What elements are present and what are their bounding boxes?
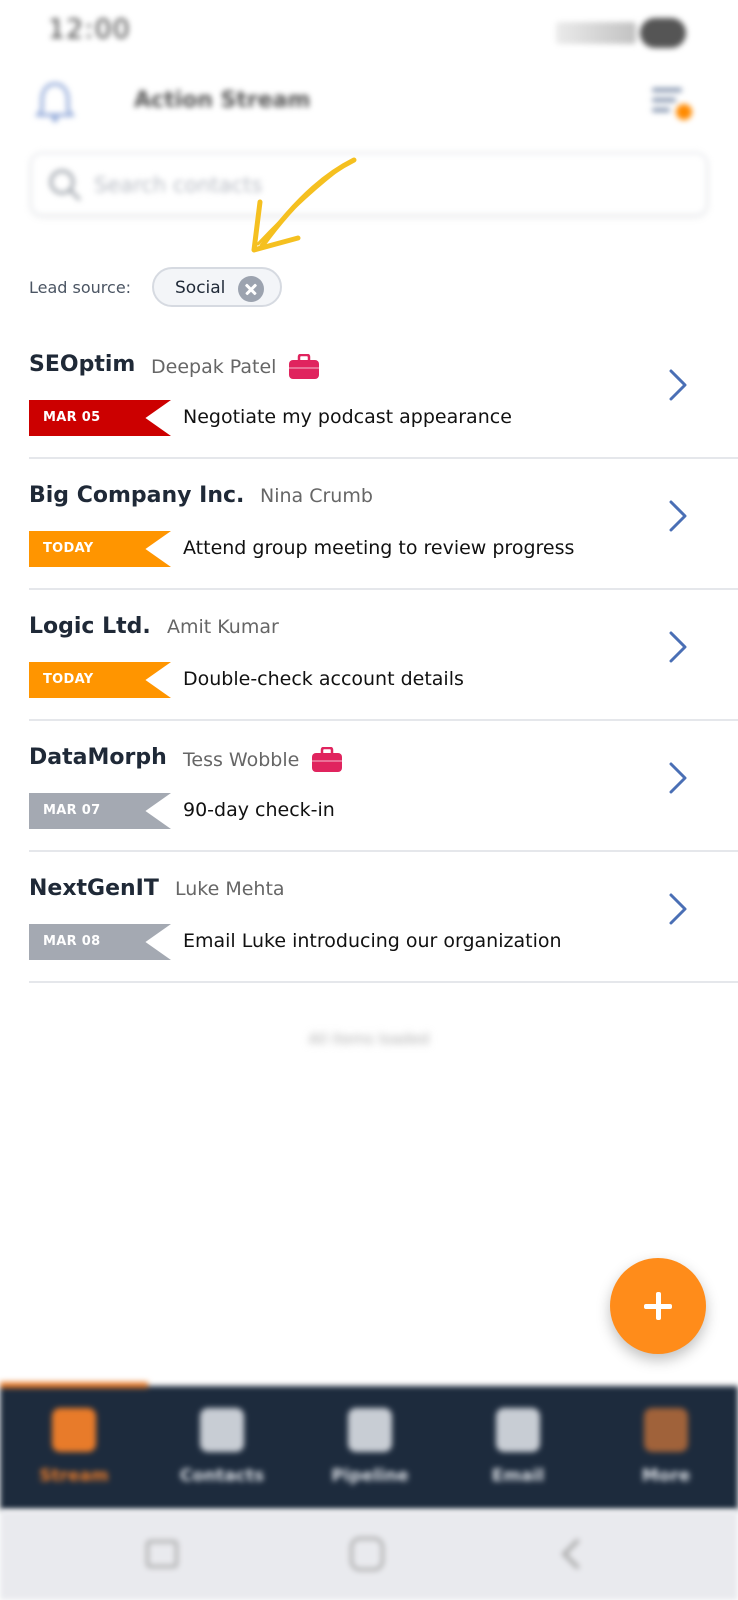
task-title: 90-day check-in bbox=[183, 799, 335, 821]
due-date-tag: TODAY bbox=[29, 662, 171, 698]
company-name: Big Company Inc. bbox=[29, 483, 245, 508]
nav-tab-label: Stream bbox=[39, 1466, 109, 1486]
contact-wrap: Nina Crumb bbox=[260, 485, 373, 507]
email-icon bbox=[496, 1408, 540, 1452]
task-title: Attend group meeting to review progress bbox=[183, 537, 575, 559]
lead-source-label: Lead source: bbox=[29, 278, 132, 297]
annotation-arrow-icon bbox=[251, 157, 357, 253]
status-icons bbox=[556, 18, 686, 48]
task-title: Double-check account details bbox=[183, 668, 464, 690]
stream-icon bbox=[52, 1408, 96, 1452]
list-item[interactable]: SEOptim Deepak Patel MAR 05 Negotiate my… bbox=[0, 328, 738, 459]
briefcase-icon bbox=[311, 746, 343, 773]
nav-tab-stream[interactable]: Stream bbox=[0, 1386, 148, 1510]
due-date-label: TODAY bbox=[43, 672, 94, 687]
company-name: SEOptim bbox=[29, 352, 136, 377]
chevron-right-icon[interactable] bbox=[668, 368, 688, 402]
list-item[interactable]: NextGenIT Luke Mehta MAR 08 Email Luke i… bbox=[0, 852, 738, 983]
app-header: Action Stream bbox=[0, 70, 738, 136]
company-name: NextGenIT bbox=[29, 876, 159, 901]
company-name: Logic Ltd. bbox=[29, 614, 151, 639]
action-list: SEOptim Deepak Patel MAR 05 Negotiate my… bbox=[0, 328, 738, 983]
list-item[interactable]: DataMorph Tess Wobble MAR 07 90-day chec… bbox=[0, 721, 738, 852]
list-footer-note: All items loaded bbox=[308, 1030, 430, 1048]
contact-name: Luke Mehta bbox=[175, 878, 285, 900]
nav-tab-more[interactable]: More bbox=[592, 1386, 738, 1510]
nav-tab-contacts[interactable]: Contacts bbox=[148, 1386, 296, 1510]
list-item[interactable]: Logic Ltd. Amit Kumar TODAY Double-check… bbox=[0, 590, 738, 721]
bell-icon[interactable] bbox=[34, 80, 76, 124]
chip-label: Social bbox=[175, 278, 226, 298]
due-date-label: MAR 08 bbox=[43, 934, 101, 949]
filter-active-dot bbox=[676, 104, 692, 120]
contacts-icon bbox=[200, 1408, 244, 1452]
company-name: DataMorph bbox=[29, 745, 167, 770]
task-title: Negotiate my podcast appearance bbox=[183, 406, 512, 428]
signal-icon bbox=[556, 22, 636, 44]
contact-wrap: Tess Wobble bbox=[183, 746, 343, 773]
nav-tab-label: Contacts bbox=[179, 1466, 265, 1486]
due-date-label: MAR 07 bbox=[43, 803, 101, 818]
due-date-label: TODAY bbox=[43, 541, 94, 556]
lead-source-chip[interactable]: Social bbox=[152, 267, 282, 307]
contact-name: Deepak Patel bbox=[151, 356, 277, 378]
task-title: Email Luke introducing our organization bbox=[183, 930, 562, 952]
contact-name: Nina Crumb bbox=[260, 485, 373, 507]
due-date-label: MAR 05 bbox=[43, 410, 101, 425]
due-date-tag: TODAY bbox=[29, 531, 171, 567]
chevron-right-icon[interactable] bbox=[668, 630, 688, 664]
contact-wrap: Deepak Patel bbox=[151, 353, 320, 380]
bottom-nav: Stream Contacts Pipeline Email More bbox=[0, 1382, 738, 1510]
contact-name: Tess Wobble bbox=[183, 749, 300, 771]
nav-tab-pipeline[interactable]: Pipeline bbox=[296, 1386, 444, 1510]
back-icon[interactable] bbox=[561, 1538, 593, 1570]
chevron-right-icon[interactable] bbox=[668, 499, 688, 533]
due-date-tag: MAR 07 bbox=[29, 793, 171, 829]
clear-chip-icon[interactable] bbox=[238, 276, 264, 302]
contact-wrap: Amit Kumar bbox=[167, 616, 279, 638]
status-bar: 12:00 bbox=[0, 0, 738, 64]
page-title: Action Stream bbox=[134, 88, 311, 113]
search-icon bbox=[49, 169, 81, 201]
due-date-tag: MAR 05 bbox=[29, 400, 171, 436]
system-nav-bar bbox=[0, 1510, 738, 1600]
chevron-right-icon[interactable] bbox=[668, 892, 688, 926]
chevron-right-icon[interactable] bbox=[668, 761, 688, 795]
contact-wrap: Luke Mehta bbox=[175, 878, 285, 900]
filter-button[interactable] bbox=[652, 84, 692, 120]
pipeline-icon bbox=[348, 1408, 392, 1452]
briefcase-icon bbox=[288, 353, 320, 380]
contact-name: Amit Kumar bbox=[167, 616, 279, 638]
nav-tab-email[interactable]: Email bbox=[444, 1386, 592, 1510]
recents-icon[interactable] bbox=[146, 1540, 178, 1568]
nav-tab-label: Email bbox=[491, 1466, 545, 1486]
nav-tab-label: More bbox=[641, 1466, 691, 1486]
due-date-tag: MAR 08 bbox=[29, 924, 171, 960]
more-icon bbox=[644, 1408, 688, 1452]
nav-tab-label: Pipeline bbox=[331, 1466, 409, 1486]
row-divider bbox=[29, 981, 738, 983]
status-time: 12:00 bbox=[48, 14, 131, 45]
battery-icon bbox=[640, 18, 686, 48]
home-icon[interactable] bbox=[350, 1537, 384, 1571]
list-item[interactable]: Big Company Inc. Nina Crumb TODAY Attend… bbox=[0, 459, 738, 590]
search-input[interactable] bbox=[94, 168, 674, 202]
add-action-button[interactable] bbox=[610, 1258, 706, 1354]
